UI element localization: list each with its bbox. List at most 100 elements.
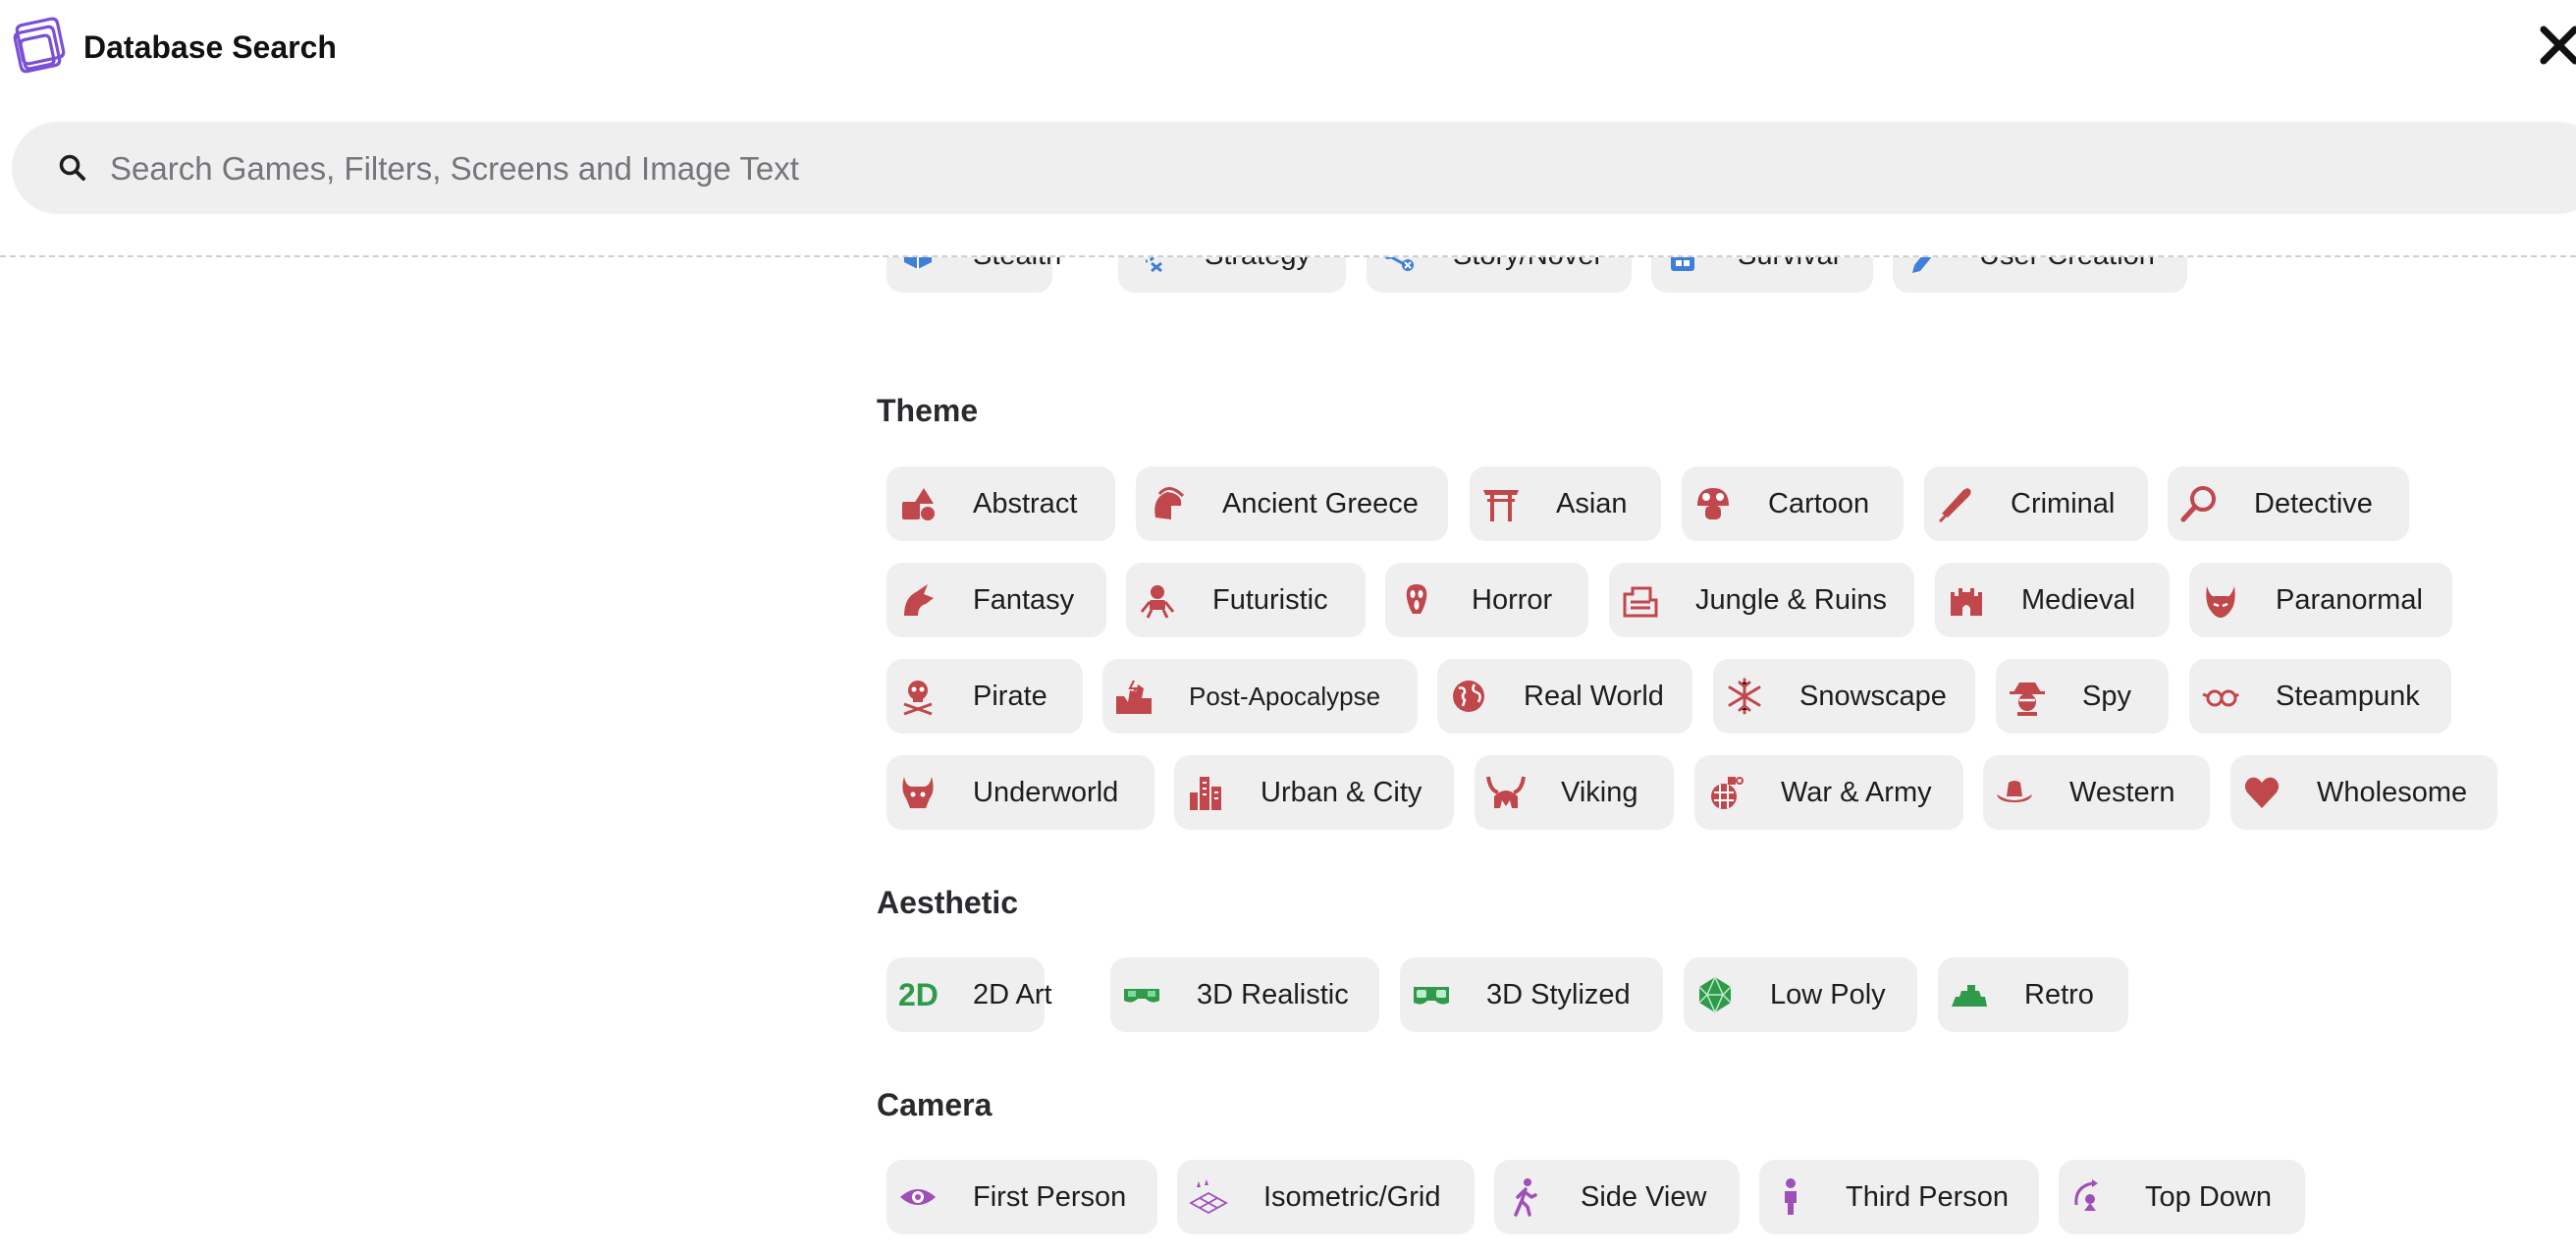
filter-urban-city[interactable]: Urban & City (1174, 755, 1454, 830)
filter-first-person[interactable]: First Person (886, 1160, 1157, 1234)
filter-viking[interactable]: Viking (1475, 755, 1674, 830)
filter-label: Jungle & Ruins (1695, 584, 1888, 616)
filter-jungle-ruins[interactable]: Jungle & Ruins (1609, 563, 1914, 637)
filter-stealth[interactable]: Stealth (886, 257, 1061, 293)
filter-label: 3D Stylized (1486, 979, 1631, 1010)
section-heading-theme: Theme (877, 393, 979, 428)
filter-label: Top Down (2145, 1181, 2272, 1213)
stealth-icon (898, 257, 938, 275)
filter-war-army[interactable]: War & Army (1694, 755, 1963, 830)
close-icon[interactable] (2536, 22, 2576, 69)
filter-pirate[interactable]: Pirate (886, 659, 1083, 734)
filter-user-creation[interactable]: User Creation (1893, 257, 2187, 293)
filter-label: Paranormal (2276, 584, 2423, 616)
filter-side-view[interactable]: Side View (1494, 1160, 1740, 1234)
filter-top-down[interactable]: Top Down (2059, 1160, 2305, 1234)
survival-icon (1663, 257, 1702, 275)
filter-label: Underworld (973, 777, 1119, 808)
viking-helmet-icon (1486, 773, 1526, 812)
filter-western[interactable]: Western (1983, 755, 2210, 830)
low-poly-icon (1695, 975, 1735, 1014)
filter-label: War & Army (1781, 777, 1932, 808)
dragon-icon (898, 580, 938, 620)
filter-label: Steampunk (2276, 681, 2420, 712)
filter-label: Western (2069, 777, 2175, 808)
filter-real-world[interactable]: Real World (1437, 659, 1692, 734)
filter-label: Isometric/Grid (1263, 1181, 1441, 1213)
filter-label: Medieval (2021, 584, 2136, 616)
filter-ancient-greece[interactable]: Ancient Greece (1136, 466, 1448, 541)
filter-label: Post-Apocalypse (1189, 682, 1381, 711)
filter-label: Low Poly (1770, 979, 1886, 1010)
spy-icon (2008, 677, 2047, 716)
robot-icon (1138, 580, 1177, 620)
filter-low-poly[interactable]: Low Poly (1684, 957, 1917, 1032)
3d-glasses-icon (1122, 975, 1161, 1014)
devil-icon (898, 773, 938, 812)
filter-spy[interactable]: Spy (1996, 659, 2169, 734)
filter-snowscape[interactable]: Snowscape (1713, 659, 1975, 734)
filter-label: Side View (1581, 1181, 1707, 1213)
filter-steampunk[interactable]: Steampunk (2189, 659, 2451, 734)
filter-asian[interactable]: Asian (1470, 466, 1661, 541)
filter-retro[interactable]: Retro (1938, 957, 2128, 1032)
filter-paranormal[interactable]: Paranormal (2189, 563, 2452, 637)
scream-mask-icon (1397, 580, 1436, 620)
baseball-bat-icon (1936, 484, 1975, 523)
filter-medieval[interactable]: Medieval (1935, 563, 2170, 637)
grenade-icon (1706, 773, 1745, 812)
spartan-helmet-icon (1148, 484, 1187, 523)
ruins-icon (1621, 580, 1660, 620)
filter-horror[interactable]: Horror (1385, 563, 1588, 637)
filter-detective[interactable]: Detective (2168, 466, 2409, 541)
3d-glasses-stylized-icon (1412, 975, 1451, 1014)
filter-label: Urban & City (1261, 777, 1422, 808)
filter-strategy[interactable]: Strategy (1118, 257, 1346, 293)
filter-story-novel[interactable]: Story/Novel (1367, 257, 1632, 293)
filter-label: Viking (1561, 777, 1638, 808)
search-bar[interactable] (12, 122, 2576, 216)
filter-label: Horror (1472, 584, 1553, 616)
filter-2d-art[interactable]: 2D 2D Art (886, 957, 1052, 1032)
filter-label: Criminal (2011, 488, 2116, 519)
top-down-icon (2070, 1177, 2110, 1217)
filter-label: Detective (2254, 488, 2373, 519)
filter-label: First Person (973, 1181, 1127, 1213)
filter-label: Abstract (973, 488, 1078, 519)
filter-fantasy[interactable]: Fantasy (886, 563, 1106, 637)
walking-figure-icon (1506, 1177, 1545, 1217)
filter-survival[interactable]: Survival (1651, 257, 1873, 293)
filter-label: Ancient Greece (1222, 488, 1419, 519)
search-icon (59, 154, 85, 181)
demon-icon (2201, 580, 2240, 620)
filter-criminal[interactable]: Criminal (1924, 466, 2148, 541)
filter-isometric-grid[interactable]: Isometric/Grid (1177, 1160, 1475, 1234)
filter-third-person[interactable]: Third Person (1759, 1160, 2039, 1234)
2d-icon: 2D (898, 977, 939, 1012)
abstract-icon (898, 484, 938, 523)
skull-crossbones-icon (898, 677, 938, 716)
filter-post-apocalypse[interactable]: Post-Apocalypse (1102, 659, 1418, 734)
story-icon (1378, 257, 1418, 275)
filter-label: Pirate (973, 681, 1047, 712)
search-input[interactable] (108, 122, 2468, 216)
filter-list[interactable]: Stealth Strategy Story/Novel Survival Us… (0, 257, 2576, 1255)
filter-3d-realistic[interactable]: 3D Realistic (1110, 957, 1379, 1032)
app-logo-icon (13, 17, 66, 74)
figure-icon (1771, 1177, 1810, 1217)
filter-label: User Creation (1979, 257, 2155, 293)
globe-icon (1449, 677, 1488, 716)
filter-abstract[interactable]: Abstract (886, 466, 1115, 541)
filter-futuristic[interactable]: Futuristic (1126, 563, 1366, 637)
section-heading-camera: Camera (877, 1087, 993, 1122)
filter-label: Cartoon (1768, 488, 1870, 519)
filter-3d-stylized[interactable]: 3D Stylized (1400, 957, 1663, 1032)
filter-label: Snowscape (1799, 681, 1947, 712)
filter-label: Strategy (1205, 257, 1311, 293)
mushroom-icon (1693, 484, 1733, 523)
snowflake-icon (1725, 677, 1764, 716)
filter-wholesome[interactable]: Wholesome (2230, 755, 2497, 830)
filter-cartoon[interactable]: Cartoon (1682, 466, 1904, 541)
filter-underworld[interactable]: Underworld (886, 755, 1154, 830)
app-title: Database Search (83, 29, 337, 65)
